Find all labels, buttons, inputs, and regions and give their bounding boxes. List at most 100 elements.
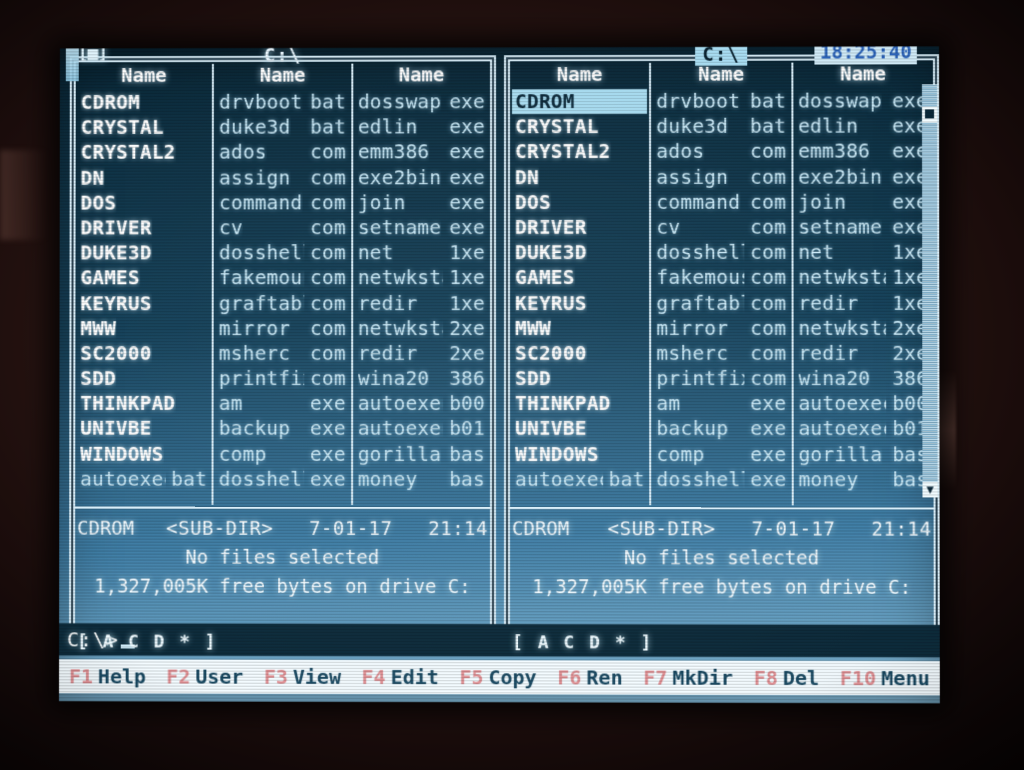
file-list-item[interactable]: autoexec b01 <box>795 417 931 442</box>
file-list-item[interactable]: redir 2xe <box>795 341 931 366</box>
file-list-item[interactable]: DRIVER <box>512 215 647 240</box>
file-list-item[interactable]: UNIVBE <box>512 416 648 441</box>
function-key-f8[interactable]: F8 Del <box>754 666 820 690</box>
file-list-item[interactable]: WINDOWS <box>77 441 210 466</box>
function-key-f2[interactable]: F2 User <box>166 665 243 689</box>
file-list-item[interactable]: mirror com <box>216 316 349 341</box>
file-list-item[interactable]: autoexec b00 <box>795 391 931 416</box>
file-list-item[interactable]: CRYSTAL2 <box>512 139 647 164</box>
file-list-item[interactable]: WINDOWS <box>512 442 648 467</box>
scrollbar-thumb[interactable] <box>921 106 938 123</box>
file-list-item[interactable]: GAMES <box>512 265 647 290</box>
file-list-item[interactable]: fakemous com <box>216 265 349 290</box>
scroll-down-arrow-icon[interactable]: ▼ <box>922 481 938 498</box>
column-header-name[interactable]: Name <box>78 64 211 90</box>
file-list-item[interactable]: autoexec bat <box>77 467 210 492</box>
file-list-item[interactable]: fakemous com <box>653 265 789 290</box>
file-list-item[interactable]: THINKPAD <box>512 391 648 416</box>
file-list-item[interactable]: DOS <box>512 190 647 215</box>
file-list-item[interactable]: edlin exe <box>355 114 488 139</box>
file-list-item[interactable]: redir 2xe <box>355 341 488 366</box>
file-list-item[interactable]: net 1xe <box>795 240 931 265</box>
file-list-item[interactable]: netwksta 2xe <box>795 316 931 341</box>
file-list-item[interactable]: DRIVER <box>78 215 211 240</box>
drive-selector-left[interactable]: [ A C D * ] <box>77 631 218 652</box>
file-list-item[interactable]: command com <box>653 189 789 214</box>
column-header-name[interactable]: Name <box>512 63 647 89</box>
file-list-item[interactable]: money bas <box>355 467 488 492</box>
file-list-item[interactable]: am exe <box>654 391 790 416</box>
function-key-f6[interactable]: F6 Ren <box>557 665 622 689</box>
file-list-item[interactable]: graftabl com <box>216 291 349 316</box>
file-list-item[interactable]: CDROM <box>78 90 211 115</box>
file-list-item[interactable]: KEYRUS <box>512 290 647 315</box>
scrollbar-track[interactable] <box>921 84 938 498</box>
file-list-item[interactable]: MWW <box>77 316 210 341</box>
file-list-item[interactable]: UNIVBE <box>77 416 210 441</box>
file-list-item[interactable]: exe2bin exe <box>795 164 931 189</box>
file-list-item[interactable]: emm386 exe <box>355 140 488 165</box>
file-list-item[interactable]: CRYSTAL <box>78 115 211 140</box>
file-list-item[interactable]: redir 1xe <box>795 290 931 315</box>
column-header-name[interactable]: Name <box>653 63 789 89</box>
file-list-item[interactable]: dosshell exe <box>216 467 349 492</box>
file-list-item[interactable]: printfix com <box>653 366 789 391</box>
file-list-item[interactable]: netwksta 2xe <box>355 316 488 341</box>
function-key-f1[interactable]: F1 Help <box>69 664 146 688</box>
file-list-item[interactable]: MWW <box>512 316 647 341</box>
file-list-item[interactable]: setname exe <box>795 215 931 240</box>
file-list-item[interactable]: netwksta 1xe <box>795 265 931 290</box>
file-list-item[interactable]: SDD <box>77 366 210 391</box>
file-list-item[interactable]: ados com <box>653 139 789 164</box>
file-list-item[interactable]: drvboot bat <box>653 89 789 114</box>
file-list-item[interactable]: autoexec bat <box>512 467 648 492</box>
file-list-item[interactable]: duke3d bat <box>653 114 789 139</box>
file-list-item[interactable]: DN <box>512 164 647 189</box>
file-list-item[interactable]: SDD <box>512 366 647 391</box>
file-list-item[interactable]: assign com <box>653 164 789 189</box>
file-list-item[interactable]: assign com <box>216 165 349 190</box>
file-list-item[interactable]: gorilla bas <box>795 442 931 467</box>
file-list-item[interactable]: drvboot bat <box>216 90 349 115</box>
file-list-item[interactable]: net 1xe <box>355 240 488 265</box>
file-list-item[interactable]: gorilla bas <box>355 442 488 467</box>
file-list-item[interactable]: emm386 exe <box>795 139 931 164</box>
file-list-item[interactable]: cv com <box>653 215 789 240</box>
file-list-item[interactable]: setname exe <box>355 215 488 240</box>
file-list-item[interactable]: mirror com <box>653 316 789 341</box>
file-list-item[interactable]: comp exe <box>216 441 349 466</box>
file-list-item[interactable]: command com <box>216 190 349 215</box>
file-list-item[interactable]: THINKPAD <box>77 391 210 416</box>
file-panel-right[interactable]: C:\ 18:25:40 Name CDROM CRYSTAL CRYSTAL2 DN D… <box>503 46 940 654</box>
file-list-item[interactable]: edlin exe <box>795 114 931 139</box>
file-list-item[interactable]: join exe <box>355 190 488 215</box>
file-list-item[interactable]: duke3d bat <box>216 115 349 140</box>
file-list-item[interactable]: autoexec b00 <box>355 391 488 416</box>
function-key-f4[interactable]: F4 Edit <box>362 665 439 689</box>
file-list-item[interactable]: ados com <box>216 140 349 165</box>
file-list-item[interactable]: msherc com <box>653 341 789 366</box>
close-box-icon[interactable]: [■] <box>78 46 107 64</box>
file-list-item[interactable]: wina20 386 <box>355 366 488 391</box>
file-list-item[interactable]: KEYRUS <box>77 291 210 316</box>
file-list-item[interactable]: DUKE3D <box>512 240 647 265</box>
file-list-item[interactable]: redir 1xe <box>355 291 488 316</box>
file-list-item[interactable]: comp exe <box>654 442 790 467</box>
column-header-name[interactable]: Name <box>355 63 488 89</box>
file-list-item[interactable]: autoexec b01 <box>355 416 488 441</box>
file-list-item[interactable]: wina20 386 <box>795 366 931 391</box>
column-header-name[interactable]: Name <box>216 64 349 90</box>
file-list-item[interactable]: DUKE3D <box>77 240 210 265</box>
file-list-item-selected[interactable]: CDROM <box>512 88 648 115</box>
file-list-item[interactable]: SC2000 <box>512 341 647 366</box>
file-list-item[interactable]: SC2000 <box>77 341 210 366</box>
file-list-item[interactable]: graftabl com <box>653 290 789 315</box>
file-list-item[interactable]: CRYSTAL2 <box>78 140 211 165</box>
drive-selector-right[interactable]: [ A C D * ] <box>512 632 654 653</box>
function-key-f7[interactable]: F7 MkDir <box>643 666 733 690</box>
file-list-item[interactable]: DN <box>78 165 211 190</box>
column-header-name[interactable]: Name <box>795 62 931 88</box>
file-list-item[interactable]: dosshell exe <box>654 467 790 492</box>
file-list-item[interactable]: CRYSTAL <box>512 114 647 139</box>
function-key-f10[interactable]: F10 Menu <box>840 666 930 690</box>
